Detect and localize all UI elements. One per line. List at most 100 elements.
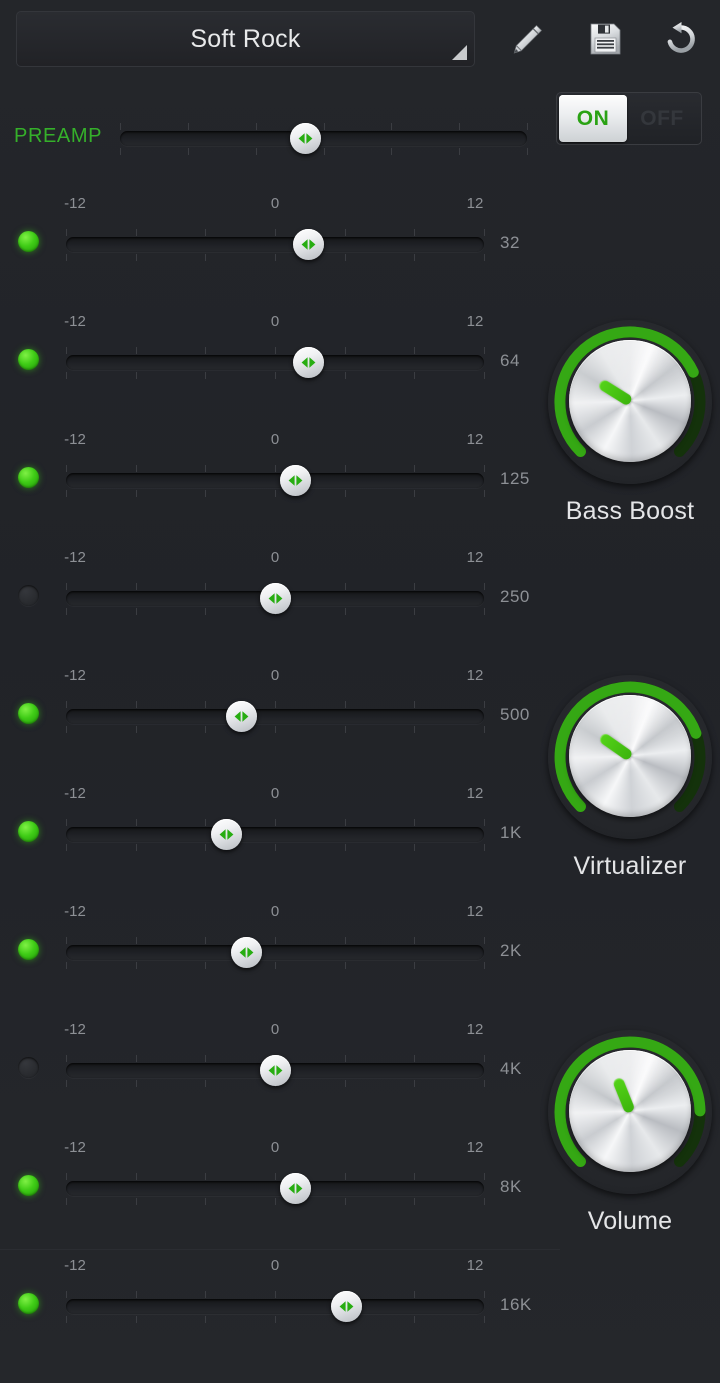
power-off-label[interactable]: OFF (627, 107, 697, 131)
slider-track[interactable] (66, 945, 484, 960)
slider-track[interactable] (66, 709, 484, 724)
band-enable-led[interactable] (18, 585, 39, 606)
slider-thumb[interactable] (259, 1055, 291, 1086)
band-slider[interactable] (66, 934, 485, 970)
slider-thumb[interactable] (259, 583, 291, 614)
slider-tick (414, 1291, 416, 1298)
preamp-row: PREAMP (0, 120, 560, 156)
band-row: -12 0 12 4K (0, 1013, 560, 1131)
slider-tick (414, 490, 416, 497)
slider-tick (323, 123, 325, 130)
slider-thumb[interactable] (231, 937, 263, 968)
slider-tick (66, 844, 67, 851)
band-slider[interactable] (66, 344, 485, 380)
left-right-arrows-icon (301, 357, 316, 368)
band-slider[interactable] (66, 698, 485, 734)
knob-dial[interactable] (548, 1030, 712, 1194)
preamp-slider[interactable] (120, 120, 528, 156)
slider-tick (414, 347, 416, 354)
slider-tick (527, 123, 528, 130)
slider-track[interactable] (66, 473, 484, 488)
slider-tick (66, 1173, 67, 1180)
slider-track[interactable] (66, 1181, 484, 1196)
band-frequency-label: 64 (500, 351, 520, 370)
slider-tick (205, 1291, 207, 1298)
band-slider[interactable] (66, 462, 485, 498)
scale-max-label: 12 (466, 667, 484, 684)
band-enable-led[interactable] (18, 349, 39, 370)
slider-tick (414, 819, 416, 826)
slider-tick (66, 372, 67, 379)
slider-track[interactable] (66, 237, 484, 252)
slider-thumb[interactable] (293, 347, 325, 378)
scale-max-label: 12 (466, 313, 484, 330)
slider-tick (484, 465, 485, 472)
slider-thumb[interactable] (289, 123, 321, 154)
scale-mid-label: 0 (270, 195, 280, 212)
slider-tick (135, 608, 137, 615)
band-slider[interactable] (66, 1052, 485, 1088)
band-slider[interactable] (66, 1288, 485, 1324)
preset-dropdown[interactable]: Soft Rock (16, 11, 475, 67)
band-scale: -12 0 12 (0, 1021, 520, 1041)
band-slider[interactable] (66, 580, 485, 616)
band-slider[interactable] (66, 226, 485, 262)
slider-tick (135, 1291, 137, 1298)
slider-tick (66, 583, 67, 590)
power-toggle[interactable]: ON OFF (556, 92, 702, 145)
slider-tick (344, 726, 346, 733)
slider-tick (205, 1198, 207, 1205)
band-scale: -12 0 12 (0, 667, 520, 687)
slider-tick (275, 490, 276, 497)
knob-dial[interactable] (548, 675, 712, 839)
band-scale: -12 0 12 (0, 785, 520, 805)
slider-thumb[interactable] (292, 229, 324, 260)
toolbar: Soft Rock (0, 0, 720, 78)
slider-tick (344, 1080, 346, 1087)
slider-tick (344, 962, 346, 969)
slider-tick (205, 229, 207, 236)
scale-max-label: 12 (466, 549, 484, 566)
slider-tick (275, 962, 276, 969)
slider-tick (391, 123, 393, 130)
band-enable-led[interactable] (18, 1057, 39, 1078)
slider-track[interactable] (66, 355, 484, 370)
band-enable-led[interactable] (18, 1293, 39, 1314)
band-enable-led[interactable] (18, 821, 39, 842)
reset-button[interactable] (658, 16, 704, 62)
slider-tick (66, 1291, 67, 1298)
slider-tick (414, 372, 416, 379)
slider-thumb[interactable] (210, 819, 242, 850)
slider-thumb[interactable] (225, 701, 257, 732)
band-slider[interactable] (66, 1170, 485, 1206)
band-enable-led[interactable] (18, 467, 39, 488)
slider-tick (205, 372, 207, 379)
knob-dial[interactable] (548, 320, 712, 484)
band-frequency-label: 250 (500, 587, 530, 606)
band-enable-led[interactable] (18, 1175, 39, 1196)
slider-tick (187, 148, 189, 155)
slider-tick (484, 844, 485, 851)
slider-tick (66, 229, 67, 236)
slider-tick (484, 701, 485, 708)
band-enable-led[interactable] (18, 231, 39, 252)
slider-tick (344, 372, 346, 379)
slider-track[interactable] (66, 1299, 484, 1314)
band-frequency-label: 8K (500, 1177, 522, 1196)
slider-track[interactable] (66, 827, 484, 842)
band-slider[interactable] (66, 816, 485, 852)
power-on-thumb[interactable]: ON (559, 95, 627, 142)
preamp-label: PREAMP (14, 125, 103, 147)
slider-tick (135, 372, 137, 379)
slider-thumb[interactable] (279, 1173, 311, 1204)
scale-max-label: 12 (466, 195, 484, 212)
pencil-icon (513, 25, 542, 54)
edit-preset-button[interactable] (505, 16, 551, 62)
slider-track[interactable] (120, 131, 527, 146)
save-preset-button[interactable] (582, 16, 628, 62)
slider-tick (275, 229, 276, 236)
band-enable-led[interactable] (18, 939, 39, 960)
band-enable-led[interactable] (18, 703, 39, 724)
slider-thumb[interactable] (331, 1291, 363, 1322)
slider-thumb[interactable] (279, 465, 311, 496)
